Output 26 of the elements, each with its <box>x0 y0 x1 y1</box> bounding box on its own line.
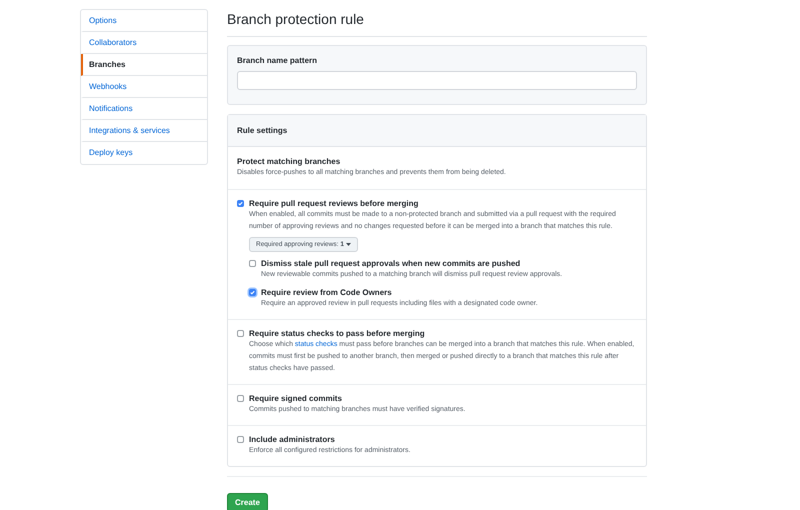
field-label: Branch name pattern <box>237 56 318 65</box>
rule-label: Require signed commits <box>249 394 343 403</box>
rule-label: Require pull request reviews before merging <box>249 199 420 208</box>
section-title: Protect matching branches <box>237 157 342 166</box>
caret-icon <box>346 243 352 246</box>
checked-checkbox[interactable] <box>237 200 244 207</box>
rule-label: Require status checks to pass before merging <box>249 329 426 338</box>
create-button[interactable]: Create <box>227 493 268 510</box>
sidebar-item[interactable]: Options <box>81 10 207 32</box>
sidebar-item[interactable]: Webhooks <box>81 76 207 98</box>
rule-label: Require review from Code Owners <box>261 288 393 297</box>
sidebar-item[interactable]: Branches <box>81 54 207 76</box>
sidebar-item[interactable]: Collaborators <box>81 32 207 54</box>
sidebar-item[interactable]: Notifications <box>81 98 207 120</box>
checked-checkbox[interactable] <box>249 289 256 296</box>
sidebar-item[interactable]: Deploy keys <box>81 142 207 164</box>
checkbox[interactable] <box>237 330 244 337</box>
rule-label: Include administrators <box>249 435 336 444</box>
rule-label: Dismiss stale pull request approvals when new commits are pushed <box>261 259 522 268</box>
branch-pattern-input[interactable] <box>237 71 637 90</box>
panel-header: Rule settings <box>228 115 646 147</box>
page-title: Branch protection rule <box>227 9 647 37</box>
checkbox[interactable] <box>249 260 256 267</box>
checkbox[interactable] <box>237 395 244 402</box>
checkbox[interactable] <box>237 436 244 443</box>
sidebar-item[interactable]: Integrations & services <box>81 120 207 142</box>
